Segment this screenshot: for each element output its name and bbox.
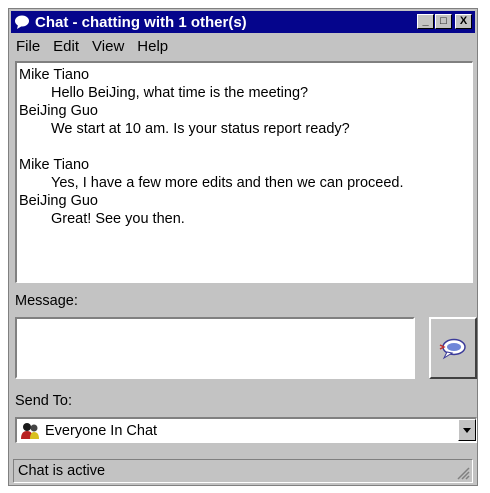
title-bar-buttons: _ □ X: [417, 14, 472, 29]
dropdown-button[interactable]: [458, 419, 476, 441]
people-group-icon: [21, 422, 39, 439]
send-to-label: Send To:: [15, 393, 72, 409]
menu-file[interactable]: File: [11, 38, 48, 55]
message-sender: Mike Tiano: [19, 157, 90, 173]
menu-bar: File Edit View Help: [11, 35, 475, 57]
message-text: Hello BeiJing, what time is the meeting?: [51, 85, 309, 101]
triangle-down-icon: [463, 427, 471, 433]
message-label: Message:: [15, 293, 78, 309]
message-gap: [19, 138, 470, 156]
message-text: Great! See you then.: [51, 211, 185, 227]
send-button[interactable]: [429, 317, 477, 379]
chat-log[interactable]: Mike Tiano Hello BeiJing, what time is t…: [15, 61, 473, 283]
chat-bubble-icon: [15, 15, 29, 29]
send-message-icon: [439, 338, 466, 360]
message-text: Yes, I have a few more edits and then we…: [51, 175, 404, 191]
message-sender: Mike Tiano: [19, 67, 90, 83]
menu-view[interactable]: View: [87, 38, 132, 55]
maximize-button[interactable]: □: [435, 14, 452, 29]
message-sender: BeiJing Guo: [19, 193, 98, 209]
title-bar[interactable]: Chat - chatting with 1 other(s) _ □ X: [11, 11, 475, 33]
close-button[interactable]: X: [455, 14, 472, 29]
message-text: We start at 10 am. Is your status report…: [51, 121, 350, 137]
message-sender: BeiJing Guo: [19, 103, 98, 119]
minimize-button[interactable]: _: [417, 14, 434, 29]
status-bar: Chat is active: [13, 459, 473, 483]
menu-help[interactable]: Help: [132, 38, 176, 55]
menu-edit[interactable]: Edit: [48, 38, 87, 55]
resize-grip-icon[interactable]: [456, 466, 470, 480]
message-input[interactable]: [15, 317, 415, 379]
chat-window: Chat - chatting with 1 other(s) _ □ X Fi…: [8, 8, 478, 486]
send-to-value: Everyone In Chat: [45, 422, 158, 439]
send-to-select[interactable]: Everyone In Chat: [15, 417, 477, 443]
window-title: Chat - chatting with 1 other(s): [35, 13, 247, 31]
status-text: Chat is active: [18, 463, 106, 479]
